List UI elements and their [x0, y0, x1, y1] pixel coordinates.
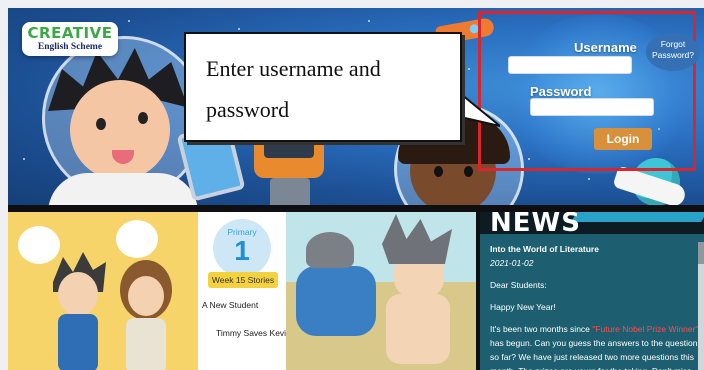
astronaut-boy-eye: [138, 112, 148, 124]
astronaut-girl-eye: [464, 166, 473, 177]
news-article: Into the World of Literature 2021-01-02 …: [490, 242, 704, 370]
logo-word: CREATIVE: [27, 24, 113, 42]
news-heading: NEWS: [490, 212, 581, 238]
instruction-callout: Enter username and password: [184, 32, 462, 142]
news-para-before: It's been two months since: [490, 324, 593, 334]
news-panel: NEWS Into the World of Literature 2021-0…: [480, 212, 704, 370]
primary-level-badge[interactable]: Primary 1: [213, 219, 271, 277]
boy-character: [53, 252, 106, 370]
news-post-date: 2021-01-02: [490, 258, 534, 268]
callout-line-2: password: [206, 97, 290, 122]
news-greeting: Dear Students:: [490, 280, 547, 290]
news-paragraph: It's been two months since "Future Nobel…: [490, 322, 704, 370]
news-para-after: has begun. Can you guess the answers to …: [490, 338, 702, 370]
forgot-line-2: Password?: [651, 50, 695, 60]
story-link[interactable]: A New Student: [202, 300, 258, 310]
news-new-year: Happy New Year!: [490, 302, 556, 312]
news-header: NEWS: [480, 212, 704, 238]
sitting-boy-hair: [306, 232, 354, 268]
story-illustration-right[interactable]: [286, 212, 476, 370]
astronaut-boy-suit: [48, 173, 198, 205]
news-post-title[interactable]: Into the World of Literature: [490, 242, 704, 256]
girl-character: [120, 260, 172, 370]
logo-subtitle: English Scheme: [37, 42, 103, 52]
news-highlight-link[interactable]: "Future Nobel Prize Winner": [592, 324, 698, 334]
login-button[interactable]: Login: [594, 128, 652, 150]
story-illustration-left[interactable]: [8, 212, 198, 370]
password-input[interactable]: [530, 98, 654, 116]
username-label: Username: [574, 40, 637, 55]
story-list-panel: Primary 1 Week 15 Stories A New Student …: [198, 212, 291, 370]
hero-banner: CREATIVE English Scheme Username Passwor…: [8, 8, 704, 205]
sitting-boy-body: [296, 266, 376, 336]
page-frame: CREATIVE English Scheme Username Passwor…: [8, 8, 704, 370]
callout-line-1: Enter username and: [206, 56, 381, 81]
kevin-body: [386, 294, 450, 364]
username-input[interactable]: [508, 56, 632, 74]
astronaut-boy-eye: [96, 118, 106, 130]
primary-number: 1: [234, 235, 250, 266]
creative-english-logo[interactable]: CREATIVE English Scheme: [22, 22, 118, 56]
astronaut-boy-face: [70, 80, 170, 180]
callout-pointer: [456, 88, 500, 127]
speech-bubble: [116, 220, 158, 258]
password-label: Password: [530, 84, 592, 99]
astronaut-girl-eye: [434, 166, 443, 177]
forgot-password-link[interactable]: Forgot Password?: [646, 33, 700, 71]
robot-base: [270, 178, 310, 205]
news-header-stripe: [571, 212, 704, 222]
story-link[interactable]: Timmy Saves Kevin: [216, 328, 291, 338]
news-scrollbar-thumb[interactable]: [698, 242, 704, 264]
week-stories-badge: Week 15 Stories: [208, 272, 278, 288]
forgot-line-1: Forgot: [660, 39, 686, 49]
